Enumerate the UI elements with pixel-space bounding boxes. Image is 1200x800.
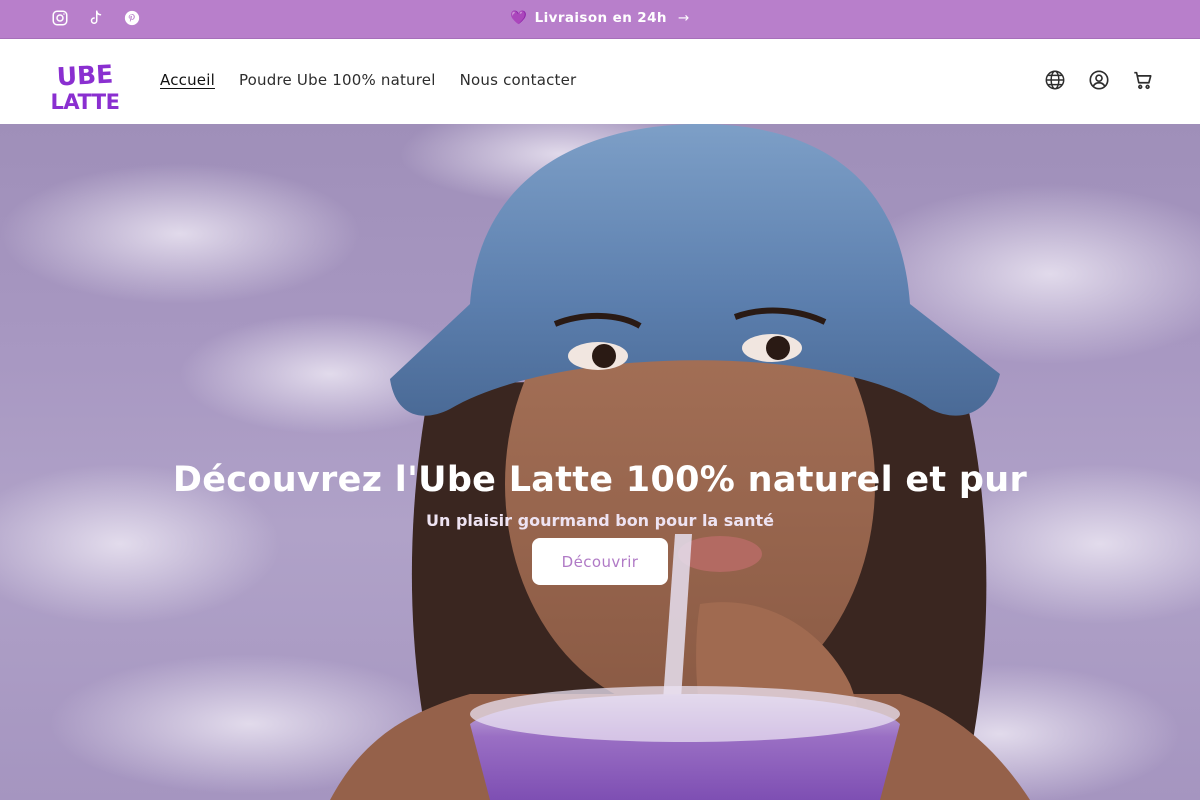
ube-latte-logo[interactable]: UBE LATTE (50, 60, 120, 112)
site-header: UBE LATTE Accueil Poudre Ube 100% nature… (0, 39, 1200, 124)
hero-content: Découvrez l'Ube Latte 100% naturel et pu… (0, 460, 1200, 585)
hero-banner: Découvrez l'Ube Latte 100% naturel et pu… (0, 124, 1200, 800)
globe-icon[interactable] (1044, 69, 1066, 91)
svg-text:LATTE: LATTE (51, 90, 120, 112)
hero-subtitle: Un plaisir gourmand bon pour la santé (425, 511, 774, 530)
announcement-link[interactable]: 💜 Livraison en 24h → (0, 10, 1200, 26)
main-nav: Accueil Poudre Ube 100% naturel Nous con… (148, 69, 588, 91)
discover-button[interactable]: Découvrir (532, 538, 668, 585)
arrow-right-icon: → (678, 10, 690, 26)
announcement-text: Livraison en 24h (534, 10, 667, 26)
account-icon[interactable] (1088, 69, 1110, 91)
svg-text:UBE: UBE (56, 60, 114, 91)
hero-title: Découvrez l'Ube Latte 100% naturel et pu… (172, 460, 1028, 500)
nav-item-contact[interactable]: Nous contacter (448, 69, 589, 91)
nav-item-accueil[interactable]: Accueil (148, 69, 227, 91)
heart-icon: 💜 (510, 10, 528, 26)
cart-icon[interactable] (1132, 69, 1154, 91)
announcement-bar: 💜 Livraison en 24h → (0, 0, 1200, 39)
header-icons (1044, 69, 1154, 91)
nav-item-poudre-ube[interactable]: Poudre Ube 100% naturel (227, 69, 448, 91)
